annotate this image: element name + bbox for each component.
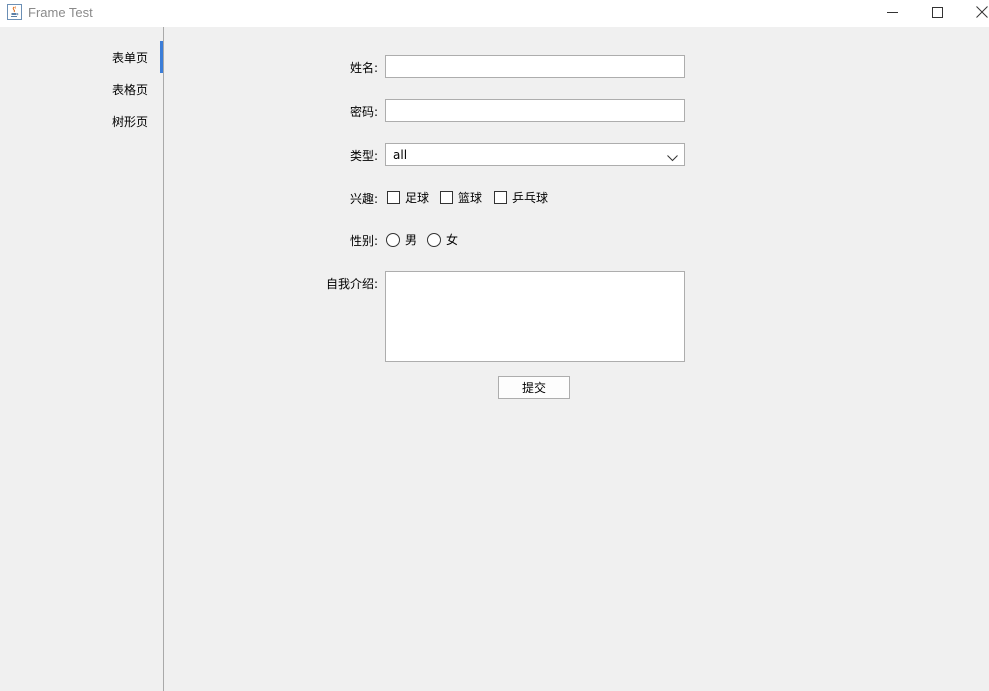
radio-circle bbox=[427, 232, 441, 247]
gender-option-label: 女 bbox=[446, 233, 459, 247]
gender-option-label: 男 bbox=[405, 233, 418, 247]
gender-female-radio[interactable]: 女 bbox=[427, 231, 458, 248]
submit-button[interactable]: 提交 bbox=[498, 376, 570, 399]
java-cup-icon bbox=[7, 4, 22, 20]
tab-form[interactable]: 表单页 bbox=[0, 41, 163, 73]
type-select[interactable]: all bbox=[385, 143, 685, 166]
type-selected-value: all bbox=[393, 147, 408, 162]
radio-circle bbox=[386, 232, 400, 247]
maximize-button[interactable] bbox=[915, 0, 959, 24]
interest-label: 篮球 bbox=[458, 191, 483, 205]
window-title: Frame Test bbox=[28, 5, 93, 20]
gender-male-radio[interactable]: 男 bbox=[386, 231, 417, 248]
tab-label: 表单页 bbox=[111, 50, 148, 65]
interest-football-checkbox[interactable]: 足球 bbox=[387, 189, 429, 206]
close-button[interactable] bbox=[960, 0, 989, 24]
maximize-icon bbox=[931, 6, 943, 18]
tab-label: 表格页 bbox=[111, 82, 148, 97]
tab-tree[interactable]: 树形页 bbox=[0, 105, 160, 137]
name-label: 姓名: bbox=[349, 61, 378, 75]
chevron-down-icon bbox=[667, 151, 678, 165]
minimize-icon bbox=[886, 7, 898, 18]
password-label: 密码: bbox=[349, 105, 378, 119]
interest-basketball-checkbox[interactable]: 篮球 bbox=[440, 189, 482, 206]
tab-table[interactable]: 表格页 bbox=[0, 73, 160, 105]
interest-label: 足球 bbox=[405, 191, 430, 205]
name-field[interactable] bbox=[385, 55, 685, 78]
title-bar: Frame Test bbox=[0, 0, 989, 27]
type-label: 类型: bbox=[349, 149, 378, 163]
checkbox-box bbox=[494, 191, 507, 204]
minimize-button[interactable] bbox=[870, 0, 914, 24]
interest-pingpong-checkbox[interactable]: 乒乓球 bbox=[494, 189, 548, 206]
checkbox-box bbox=[387, 191, 400, 204]
submit-button-label: 提交 bbox=[521, 381, 546, 395]
gender-label: 性别: bbox=[349, 234, 378, 248]
tab-label: 树形页 bbox=[111, 114, 148, 129]
close-icon bbox=[976, 6, 988, 18]
intro-label: 自我介绍: bbox=[325, 277, 378, 291]
interest-label: 乒乓球 bbox=[512, 191, 549, 205]
intro-textarea[interactable] bbox=[385, 271, 685, 362]
interests-label: 兴趣: bbox=[349, 192, 378, 206]
tab-strip: 表单页 表格页 树形页 bbox=[0, 27, 164, 691]
checkbox-box bbox=[440, 191, 453, 204]
password-field[interactable] bbox=[385, 99, 685, 122]
